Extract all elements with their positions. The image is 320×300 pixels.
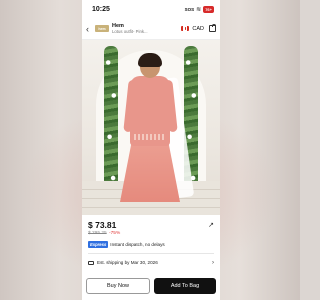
share-icon[interactable]: ↗ (208, 221, 214, 229)
old-price-row: $ 295.25 -75% (88, 231, 214, 236)
status-time: 10:25 (92, 5, 110, 13)
shipping-text: Est. shipping by Mar 30, 2026 (97, 260, 158, 265)
shopping-bag-icon[interactable] (209, 23, 217, 32)
canada-flag-icon[interactable] (181, 25, 190, 32)
product-image[interactable] (82, 40, 220, 215)
dress-top (130, 76, 170, 146)
brand-logo: hem (95, 25, 109, 32)
current-price: $ 73.81 (88, 220, 117, 230)
add-to-bag-button[interactable]: Add To Bag (154, 278, 216, 294)
shipping-row[interactable]: Est. shipping by Mar 30, 2026 › (88, 260, 214, 266)
app-screen: 10:25 SOS ≋ 76+ ‹ hem Hem Lotus outfit- … (82, 0, 220, 300)
currency-selector[interactable]: CAD (192, 26, 204, 32)
chevron-right-icon[interactable]: › (212, 260, 214, 266)
model-hair (138, 53, 162, 67)
product-info: $ 73.81 ↗ $ 295.25 -75% Express Instant … (82, 215, 220, 266)
back-arrow-icon[interactable]: ‹ (86, 24, 92, 34)
price-row: $ 73.81 ↗ (88, 220, 214, 230)
divider (88, 253, 214, 254)
sos-label: SOS (184, 6, 195, 12)
title-block: Hem Lotus outfit- Pink... (112, 23, 178, 34)
truck-icon (88, 260, 94, 265)
product-header: ‹ hem Hem Lotus outfit- Pink... CAD (82, 18, 220, 40)
express-row: Express Instant dispatch, no delays (88, 241, 214, 248)
product-subtitle: Lotus outfit- Pink... (112, 29, 148, 34)
original-price: $ 295.25 (88, 231, 107, 236)
buy-now-button[interactable]: Buy Now (86, 278, 150, 294)
discount-label: -75% (109, 231, 121, 236)
battery-icon: 76+ (203, 5, 214, 13)
action-bar: Buy Now Add To Bag (82, 278, 220, 294)
status-bar: 10:25 SOS ≋ 76+ (82, 0, 220, 18)
express-badge: Express (88, 241, 109, 248)
express-text: Instant dispatch, no delays (110, 242, 165, 247)
status-icons: SOS ≋ 76+ (184, 5, 214, 13)
wifi-icon: ≋ (196, 6, 202, 13)
